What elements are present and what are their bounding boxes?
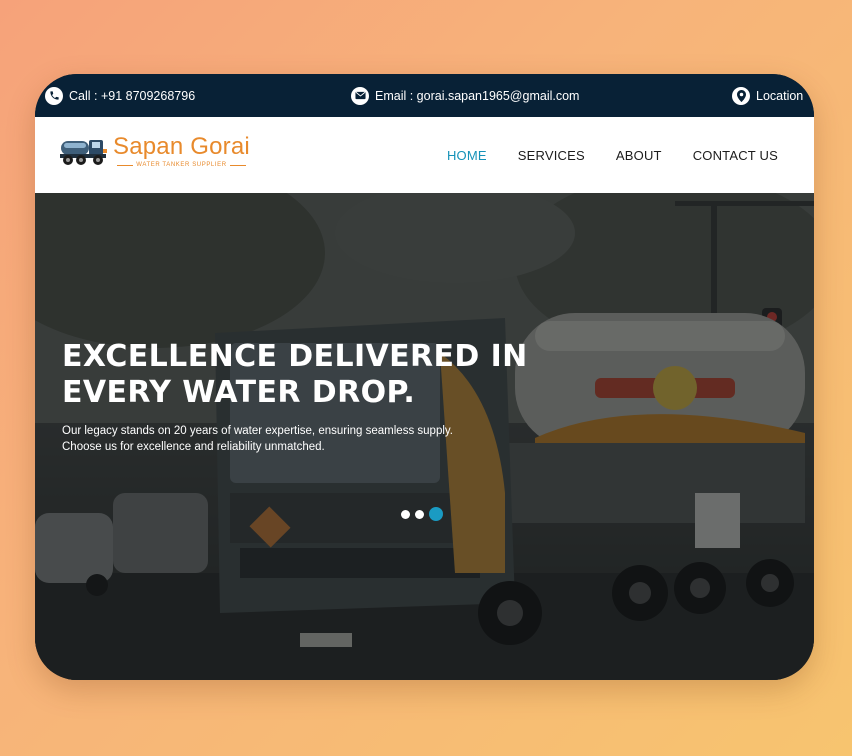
email-info[interactable]: Email : gorai.sapan1965@gmail.com: [351, 74, 579, 117]
call-text: Call : +91 8709268796: [69, 88, 196, 103]
nav-home[interactable]: HOME: [447, 148, 487, 163]
nav-services[interactable]: SERVICES: [518, 148, 585, 163]
nav-about[interactable]: ABOUT: [616, 148, 662, 163]
contact-topbar: Call : +91 8709268796 Email : gorai.sapa…: [35, 74, 814, 117]
brand-tagline-row: WATER TANKER SUPPLIER: [117, 162, 246, 168]
email-text: Email : gorai.sapan1965@gmail.com: [375, 88, 580, 103]
browser-frame: Call : +91 8709268796 Email : gorai.sapa…: [35, 74, 814, 680]
location-pin-icon: [732, 86, 750, 105]
site-header: Sapan Gorai WATER TANKER SUPPLIER HOME S…: [35, 117, 814, 193]
tagline-rule-right: [229, 164, 246, 166]
hero-heading-line-2: EVERY WATER DROP.: [62, 375, 416, 410]
hero-subtitle: Our legacy stands on 20 years of water e…: [62, 423, 482, 455]
brand-name: Sapan Gorai: [113, 133, 250, 160]
carousel-dot-3[interactable]: [429, 507, 443, 521]
hero-heading-line-1: EXCELLENCE DELIVERED IN: [62, 339, 528, 374]
main-nav: HOME SERVICES ABOUT CONTACT US: [447, 117, 778, 193]
tagline-rule-left: [117, 164, 134, 166]
carousel-dot-1[interactable]: [401, 509, 410, 519]
envelope-icon: [351, 86, 369, 105]
location-info[interactable]: Location: [732, 74, 803, 117]
hero-subtitle-line-2: Choose us for excellence and reliability…: [62, 441, 325, 453]
hero-heading: EXCELLENCE DELIVERED IN EVERY WATER DROP…: [62, 339, 532, 411]
brand-logo[interactable]: Sapan Gorai WATER TANKER SUPPLIER: [59, 133, 250, 169]
water-tanker-icon: [60, 140, 107, 165]
brand-tagline: WATER TANKER SUPPLIER: [136, 162, 227, 168]
carousel-dot-2[interactable]: [415, 509, 424, 519]
hero-subtitle-line-1: Our legacy stands on 20 years of water e…: [62, 425, 453, 437]
nav-contact-us[interactable]: CONTACT US: [693, 148, 778, 163]
call-info[interactable]: Call : +91 8709268796: [45, 74, 195, 117]
carousel-indicators: [401, 507, 443, 521]
phone-icon: [45, 86, 63, 105]
location-text: Location: [756, 88, 804, 103]
hero-slider: EXCELLENCE DELIVERED IN EVERY WATER DROP…: [35, 193, 814, 680]
